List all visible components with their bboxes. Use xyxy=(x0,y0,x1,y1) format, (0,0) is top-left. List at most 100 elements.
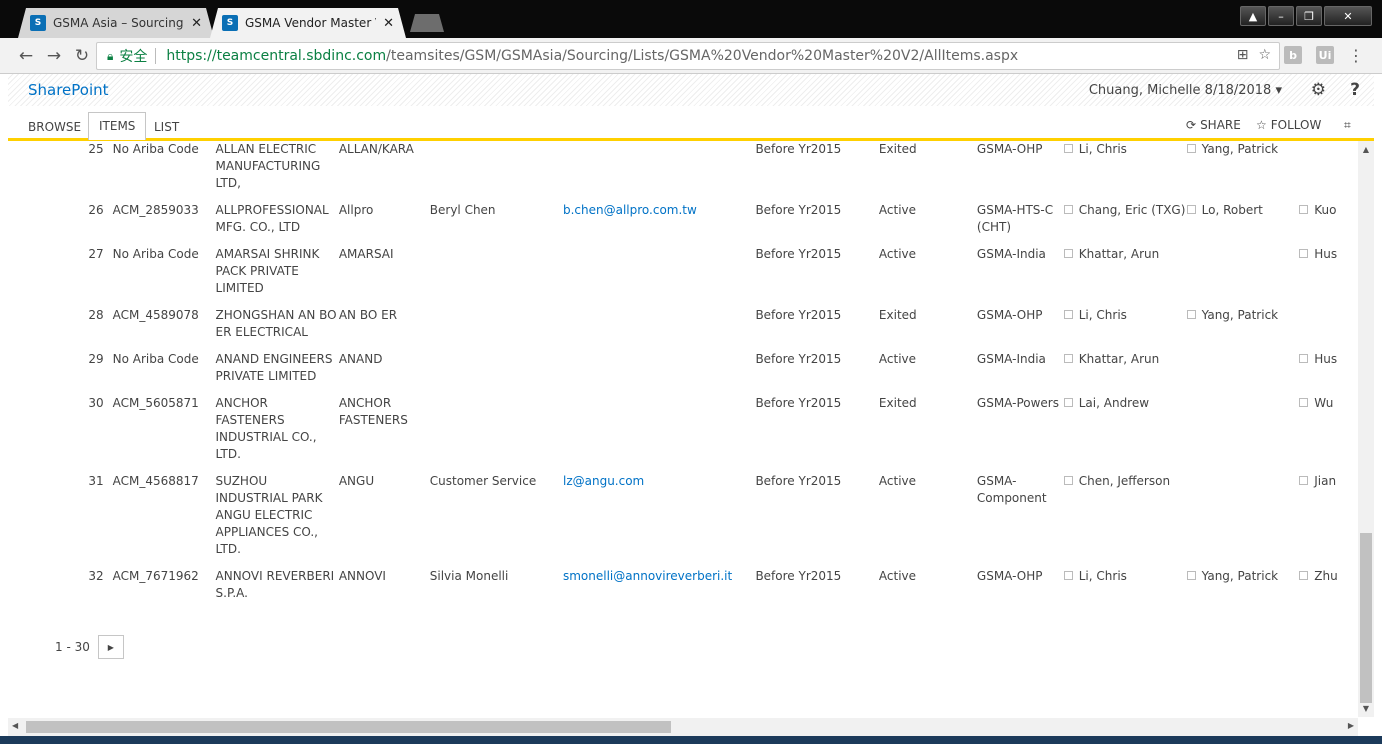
checkbox-icon[interactable] xyxy=(1299,249,1309,258)
browser-tab-vendor-master[interactable]: S GSMA Vendor Master V ✕ xyxy=(210,8,406,38)
person-name[interactable]: Hus xyxy=(1314,352,1337,366)
person-name[interactable]: Khattar, Arun xyxy=(1079,247,1160,261)
bookmark-star-icon[interactable]: ☆ xyxy=(1258,47,1271,63)
close-icon[interactable]: ✕ xyxy=(383,16,394,31)
checkbox-icon[interactable] xyxy=(1299,398,1309,407)
person-name[interactable]: Yang, Patrick xyxy=(1202,308,1278,322)
checkbox-icon[interactable] xyxy=(1186,144,1196,153)
extension-b-icon[interactable]: b xyxy=(1284,46,1302,64)
checkbox-icon[interactable] xyxy=(1186,310,1196,319)
cell-team: GSMA-Component xyxy=(976,474,1047,505)
person-name[interactable]: Li, Chris xyxy=(1079,142,1127,156)
checkbox-icon[interactable] xyxy=(1299,354,1309,363)
forward-icon[interactable]: → xyxy=(40,46,68,66)
browser-tab-sourcing[interactable]: S GSMA Asia – Sourcing - ✕ xyxy=(18,8,214,38)
person-name[interactable]: Wu xyxy=(1314,396,1333,410)
cell-p3 xyxy=(1299,307,1358,351)
cell-email xyxy=(563,395,755,473)
tab-list[interactable]: LIST xyxy=(144,114,189,140)
cell-code: No Ariba Code xyxy=(112,142,199,156)
reload-icon[interactable]: ↻ xyxy=(68,46,96,66)
share-button[interactable]: ⟳ SHARE xyxy=(1186,118,1241,132)
checkbox-icon[interactable] xyxy=(1063,571,1073,580)
checkbox-icon[interactable] xyxy=(1299,205,1309,214)
cell-email: smonelli@annovireverberi.it xyxy=(563,568,755,612)
table-row[interactable]: 30 ACM_5605871 ANCHOR FASTENERS INDUSTRIAL… xyxy=(8,395,1358,473)
person-name[interactable]: Li, Chris xyxy=(1079,308,1127,322)
table-row[interactable]: 29 No Ariba Code ANAND ENGINEERS PRIVATE L… xyxy=(8,351,1358,395)
scroll-left-icon[interactable]: ◀ xyxy=(12,721,18,730)
cell-team: GSMA-OHP xyxy=(976,569,1043,583)
checkbox-icon[interactable] xyxy=(1063,476,1073,485)
cell-name: ALLAN ELECTRIC MANUFACTURING LTD, xyxy=(215,142,321,190)
table-row[interactable]: 26 ACM_2859033 ALLPROFESSIONAL MFG. CO., L… xyxy=(8,202,1358,246)
extension-ui-icon[interactable]: Ui xyxy=(1316,46,1334,64)
new-tab-button[interactable] xyxy=(410,14,444,32)
follow-button[interactable]: ☆ FOLLOW xyxy=(1256,118,1321,132)
tab-title: GSMA Asia – Sourcing - xyxy=(53,16,185,30)
table-row[interactable]: 27 No Ariba Code AMARSAI SHRINK PACK PRIVA… xyxy=(8,246,1358,307)
next-page-button[interactable]: ▶ xyxy=(97,635,124,659)
scroll-thumb[interactable] xyxy=(1360,533,1372,703)
gear-icon[interactable]: ⚙ xyxy=(1311,80,1326,100)
ribbon: BROWSE ITEMS LIST ⟳ SHARE ☆ FOLLOW ⌗ xyxy=(8,106,1374,141)
person-name[interactable]: Lo, Robert xyxy=(1202,203,1263,217)
focus-content-icon[interactable]: ⌗ xyxy=(1344,118,1351,133)
checkbox-icon[interactable] xyxy=(1063,398,1073,407)
tab-browse[interactable]: BROWSE xyxy=(18,114,91,140)
table-row[interactable]: 28 ACM_4589078 ZHONGSHAN AN BO ER ELECTRIC… xyxy=(8,307,1358,351)
sharepoint-brand[interactable]: SharePoint xyxy=(28,81,109,99)
cell-email xyxy=(563,351,755,395)
translate-icon[interactable]: ⊞ xyxy=(1237,47,1249,63)
checkbox-icon[interactable] xyxy=(1063,144,1073,153)
vertical-scrollbar[interactable]: ▲ ▼ xyxy=(1358,141,1374,717)
person-name[interactable]: Li, Chris xyxy=(1079,569,1127,583)
url-input[interactable]: 🔒︎ 安全 https://teamcentral.sbdinc.com/tea… xyxy=(96,42,1280,70)
back-icon[interactable]: ← xyxy=(12,46,40,66)
help-icon[interactable]: ? xyxy=(1350,80,1360,100)
window-close-button[interactable]: ✕ xyxy=(1324,6,1372,26)
cell-p3: Hus xyxy=(1299,246,1358,307)
checkbox-icon[interactable] xyxy=(1063,310,1073,319)
checkbox-icon[interactable] xyxy=(1299,476,1309,485)
person-name[interactable]: Jian xyxy=(1314,474,1336,488)
cell-team: GSMA-OHP xyxy=(976,308,1043,322)
profile-icon[interactable]: ▲ xyxy=(1240,6,1266,26)
person-name[interactable]: Khattar, Arun xyxy=(1079,352,1160,366)
scroll-up-icon[interactable]: ▲ xyxy=(1358,145,1374,154)
checkbox-icon[interactable] xyxy=(1063,249,1073,258)
checkbox-icon[interactable] xyxy=(1186,205,1196,214)
checkbox-icon[interactable] xyxy=(1299,571,1309,580)
email-link[interactable]: smonelli@annovireverberi.it xyxy=(563,569,732,583)
tab-items[interactable]: ITEMS xyxy=(88,112,147,140)
person-name[interactable]: Zhu xyxy=(1314,569,1337,583)
sharepoint-icon: S xyxy=(222,15,238,31)
person-name[interactable]: Chen, Jefferson xyxy=(1079,474,1170,488)
person-name[interactable]: Lai, Andrew xyxy=(1079,396,1149,410)
user-menu[interactable]: Chuang, Michelle 8/18/2018 ▾ xyxy=(1089,83,1282,98)
cell-num: 28 xyxy=(88,308,104,322)
table-row[interactable]: 31 ACM_4568817 SUZHOU INDUSTRIAL PARK ANGU… xyxy=(8,473,1358,568)
table-row[interactable]: 25 No Ariba Code ALLAN ELECTRIC MANUFACTUR… xyxy=(8,141,1358,202)
email-link[interactable]: b.chen@allpro.com.tw xyxy=(563,203,697,217)
table-row[interactable]: 32 ACM_7671962 ANNOVI REVERBERI S.P.A. ANNO… xyxy=(8,568,1358,612)
checkbox-icon[interactable] xyxy=(1063,205,1073,214)
person-name[interactable]: Kuo xyxy=(1314,203,1336,217)
checkbox-icon[interactable] xyxy=(1063,354,1073,363)
cell-name: SUZHOU INDUSTRIAL PARK ANGU ELECTRIC APP… xyxy=(215,474,323,556)
scroll-down-icon[interactable]: ▼ xyxy=(1358,704,1374,713)
person-name[interactable]: Chang, Eric (TXG) xyxy=(1079,203,1186,217)
scroll-right-icon[interactable]: ▶ xyxy=(1348,721,1354,730)
checkbox-icon[interactable] xyxy=(1186,571,1196,580)
minimize-button[interactable]: – xyxy=(1268,6,1294,26)
close-icon[interactable]: ✕ xyxy=(191,16,202,31)
menu-icon[interactable]: ⋮ xyxy=(1348,46,1364,65)
person-name[interactable]: Yang, Patrick xyxy=(1202,142,1278,156)
email-link[interactable]: lz@angu.com xyxy=(563,474,644,488)
cell-short: AMARSAI xyxy=(338,247,394,261)
hscroll-thumb[interactable] xyxy=(26,721,671,733)
restore-button[interactable]: ❐ xyxy=(1296,6,1322,26)
horizontal-scrollbar[interactable]: ◀ ▶ xyxy=(8,718,1358,736)
person-name[interactable]: Yang, Patrick xyxy=(1202,569,1278,583)
person-name[interactable]: Hus xyxy=(1314,247,1337,261)
